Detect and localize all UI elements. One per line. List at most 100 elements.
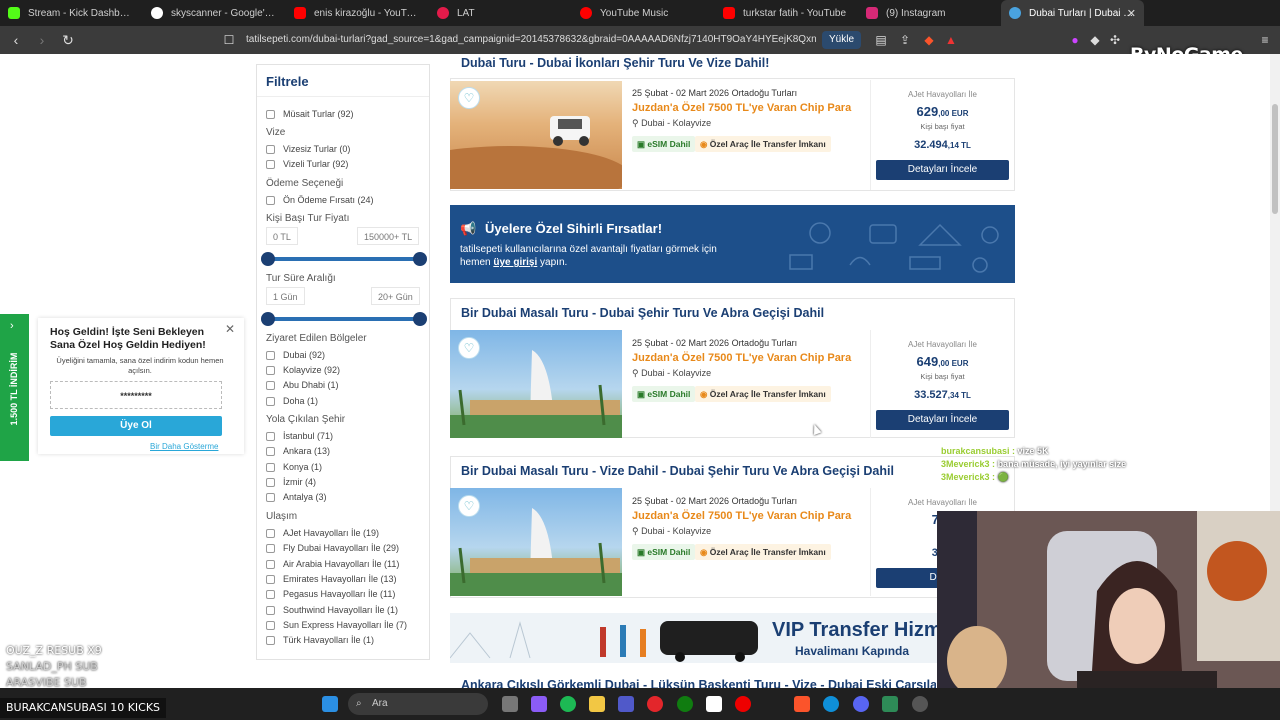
slider-handle[interactable]: [261, 252, 275, 266]
filter-option[interactable]: Müsait Turlar (92): [266, 109, 354, 119]
member-offers-banner[interactable]: 📢 Üyelere Özel Sihirli Fırsatlar! tatils…: [450, 205, 1015, 283]
address-bar[interactable]: tatilsepeti.com/dubai-turlari?gad_source…: [246, 31, 816, 49]
checkbox[interactable]: [266, 350, 275, 360]
extension-icon[interactable]: ◆: [1088, 33, 1102, 47]
slider-handle[interactable]: [261, 312, 275, 326]
close-tab-icon[interactable]: ✕: [1127, 7, 1136, 20]
browser-tab[interactable]: skyscanner - Google'da Ara: [143, 0, 286, 26]
edge-icon[interactable]: [823, 696, 839, 712]
checkbox[interactable]: [266, 462, 275, 472]
browser-tab-active[interactable]: Dubai Turları | Dubai Turu ✕: [1001, 0, 1144, 26]
filter-option[interactable]: Dubai (92): [266, 350, 325, 360]
checkbox[interactable]: [266, 365, 275, 375]
browser-tab[interactable]: enis kirazoğlu - YouTube: [286, 0, 429, 26]
checkbox[interactable]: [266, 380, 275, 390]
checkbox[interactable]: [266, 431, 275, 441]
filter-option[interactable]: Ön Ödeme Fırsatı (24): [266, 195, 374, 205]
upload-button[interactable]: Yükle: [822, 31, 862, 49]
duration-min-field[interactable]: 1 Gün: [266, 287, 305, 305]
obs-icon[interactable]: [912, 696, 928, 712]
scrollbar-thumb[interactable]: [1272, 104, 1278, 214]
filter-option[interactable]: Türk Havayolları İle (1): [266, 635, 374, 645]
details-button[interactable]: Detayları İncele: [876, 160, 1009, 180]
tour-title[interactable]: Ankara Çıkışlı Görkemli Dubai - Lüksün B…: [461, 678, 936, 688]
app-icon[interactable]: [882, 696, 898, 712]
filter-option[interactable]: Antalya (3): [266, 492, 327, 502]
bookmark-icon[interactable]: ☐: [222, 33, 236, 47]
checkbox[interactable]: [266, 109, 275, 119]
tour-promo[interactable]: Juzdan'a Özel 7500 TL'ye Varan Chip Para: [632, 102, 851, 114]
duration-max-field[interactable]: 20+ Gün: [371, 287, 420, 305]
price-max-field[interactable]: 150000+ TL: [357, 227, 420, 245]
filter-option[interactable]: Vizeli Turlar (92): [266, 159, 348, 169]
reader-icon[interactable]: ▤: [874, 33, 888, 47]
member-login-link[interactable]: üye girişi: [493, 257, 537, 268]
rewards-icon[interactable]: ▲: [944, 33, 958, 47]
favorite-heart-icon[interactable]: ♡: [458, 87, 480, 109]
filter-option[interactable]: AJet Havayolları İle (19): [266, 528, 379, 538]
store-icon[interactable]: [706, 696, 722, 712]
favorite-heart-icon[interactable]: ♡: [458, 495, 480, 517]
browser-tab[interactable]: turkstar fatih - YouTube: [715, 0, 858, 26]
checkbox[interactable]: [266, 543, 275, 553]
dont-show-again-link[interactable]: Bir Daha Gösterme: [150, 442, 218, 451]
filter-option[interactable]: İstanbul (71): [266, 431, 333, 441]
checkbox[interactable]: [266, 492, 275, 502]
puzzle-icon[interactable]: ✣: [1108, 33, 1122, 47]
filter-option[interactable]: Air Arabia Havayolları İle (11): [266, 559, 399, 569]
discord-icon[interactable]: [853, 696, 869, 712]
checkbox[interactable]: [266, 589, 275, 599]
filter-option[interactable]: Doha (1): [266, 396, 318, 406]
task-view-icon[interactable]: [502, 696, 518, 712]
checkbox[interactable]: [266, 195, 275, 205]
vip-transfer-banner[interactable]: VIP Transfer Hizmeti Havalimanı Kapında: [450, 613, 940, 663]
filter-option[interactable]: Ankara (13): [266, 446, 330, 456]
brave-shield-icon[interactable]: ◆: [922, 33, 936, 47]
teams-icon[interactable]: [618, 696, 634, 712]
checkbox[interactable]: [266, 159, 275, 169]
checkbox[interactable]: [266, 446, 275, 456]
filter-option[interactable]: Pegasus Havayolları İle (11): [266, 589, 395, 599]
filter-option[interactable]: Kolayvize (92): [266, 365, 340, 375]
price-slider[interactable]: [261, 252, 427, 266]
taskbar-search[interactable]: ⌕ Ara: [348, 693, 488, 715]
filter-option[interactable]: Vizesiz Turlar (0): [266, 144, 350, 154]
copilot-icon[interactable]: [531, 696, 547, 712]
tour-title[interactable]: Dubai Turu - Dubai İkonları Şehir Turu V…: [461, 56, 769, 70]
filter-option[interactable]: Emirates Havayolları İle (13): [266, 574, 397, 584]
checkbox[interactable]: [266, 620, 275, 630]
filter-option[interactable]: Fly Dubai Havayolları İle (29): [266, 543, 399, 553]
tour-title[interactable]: Bir Dubai Masalı Turu - Dubai Şehir Turu…: [461, 306, 824, 320]
menu-icon[interactable]: ≡: [1258, 33, 1272, 47]
extension-icon[interactable]: ●: [1068, 33, 1082, 47]
browser-tab[interactable]: (9) Instagram: [858, 0, 1001, 26]
discount-side-tab[interactable]: › 1.500 TL İNDİRİM: [0, 314, 29, 461]
filter-option[interactable]: İzmir (4): [266, 477, 316, 487]
chevron-right-icon[interactable]: ›: [10, 320, 14, 332]
browser-tab[interactable]: LAT: [429, 0, 572, 26]
youtube-app-icon[interactable]: [735, 696, 751, 712]
windows-start-icon[interactable]: [322, 696, 338, 712]
browser-tab[interactable]: YouTube Music: [572, 0, 715, 26]
checkbox[interactable]: [266, 396, 275, 406]
filter-option[interactable]: Konya (1): [266, 462, 322, 472]
xbox-icon[interactable]: [677, 696, 693, 712]
checkbox[interactable]: [266, 635, 275, 645]
slider-handle[interactable]: [413, 312, 427, 326]
tour-promo[interactable]: Juzdan'a Özel 7500 TL'ye Varan Chip Para: [632, 352, 851, 364]
forward-icon[interactable]: ›: [32, 32, 52, 48]
tour-promo[interactable]: Juzdan'a Özel 7500 TL'ye Varan Chip Para: [632, 510, 851, 522]
details-button[interactable]: Detayları İncele: [876, 410, 1009, 430]
filter-option[interactable]: Southwind Havayolları İle (1): [266, 605, 398, 615]
price-min-field[interactable]: 0 TL: [266, 227, 298, 245]
brave-icon[interactable]: [794, 696, 810, 712]
checkbox[interactable]: [266, 574, 275, 584]
browser-tab[interactable]: Stream - Kick Dashboard: [0, 0, 143, 26]
signup-button[interactable]: Üye Ol: [50, 416, 222, 436]
file-explorer-icon[interactable]: [589, 696, 605, 712]
checkbox[interactable]: [266, 528, 275, 538]
reload-icon[interactable]: ↻: [58, 32, 78, 49]
checkbox[interactable]: [266, 477, 275, 487]
back-icon[interactable]: ‹: [6, 32, 26, 48]
filter-option[interactable]: Abu Dhabi (1): [266, 380, 339, 390]
